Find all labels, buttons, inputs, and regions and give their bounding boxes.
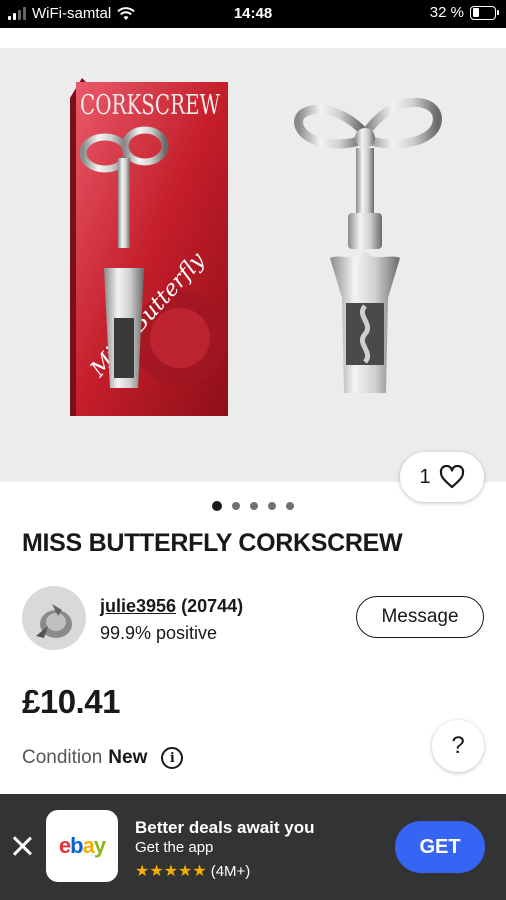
message-button[interactable]: Message — [356, 596, 484, 638]
gallery-dot[interactable] — [232, 502, 240, 510]
banner-subtitle: Get the app — [135, 839, 214, 856]
product-photo: CORKSCREW Miss Butterfly — [70, 78, 442, 416]
image-gallery[interactable]: CORKSCREW Miss Butterfly — [0, 48, 506, 482]
logo-letter-b: b — [70, 833, 83, 858]
banner-rating: ★★★★★ (4M+) — [135, 861, 250, 881]
ebay-logo: ebay — [46, 810, 118, 882]
seller-positive-rating: 99.9% positive — [100, 623, 218, 643]
condition-label: Condition — [22, 747, 103, 768]
seller-name-link[interactable]: julie3956 — [100, 596, 176, 616]
battery-icon — [470, 5, 499, 20]
gallery-dot[interactable] — [268, 502, 276, 510]
condition-value: New — [108, 747, 148, 768]
info-icon[interactable]: i — [161, 747, 184, 769]
logo-letter-e: e — [58, 833, 71, 858]
favorite-count: 1 — [419, 465, 431, 488]
listing-title: MISS BUTTERFLY CORKSCREW — [22, 529, 403, 557]
gallery-dot[interactable] — [212, 501, 222, 511]
condition-row: Condition New i — [22, 747, 184, 769]
rating-count: (4M+) — [210, 862, 251, 880]
favorite-button[interactable]: 1 — [400, 452, 484, 502]
seller-feedback-count: (20744) — [181, 596, 244, 616]
status-bar: WiFi-samtal 14:48 32 % — [0, 0, 506, 28]
help-button[interactable]: ? — [432, 720, 484, 772]
battery-fill — [472, 8, 480, 17]
get-app-button[interactable]: GET — [395, 821, 485, 873]
logo-letter-a: a — [82, 833, 95, 858]
banner-headline: Better deals await you — [135, 818, 315, 837]
box-text: CORKSCREW — [80, 90, 220, 121]
gallery-pagination-dots — [0, 501, 506, 511]
logo-letter-y: y — [93, 833, 106, 858]
seller-info: julie3956 (20744) — [100, 596, 243, 617]
app-install-banner: ebay Better deals await you Get the app … — [0, 794, 506, 900]
item-price: £10.41 — [22, 683, 120, 720]
close-icon[interactable] — [10, 834, 34, 858]
avatar-image — [22, 586, 86, 650]
battery-percent: 32 % — [429, 4, 464, 21]
star-icons: ★★★★★ — [135, 863, 207, 880]
gallery-dot[interactable] — [286, 502, 294, 510]
heart-icon — [439, 465, 464, 489]
seller-avatar[interactable] — [22, 586, 86, 650]
status-right: 32 % — [429, 4, 499, 21]
gallery-dot[interactable] — [250, 502, 258, 510]
